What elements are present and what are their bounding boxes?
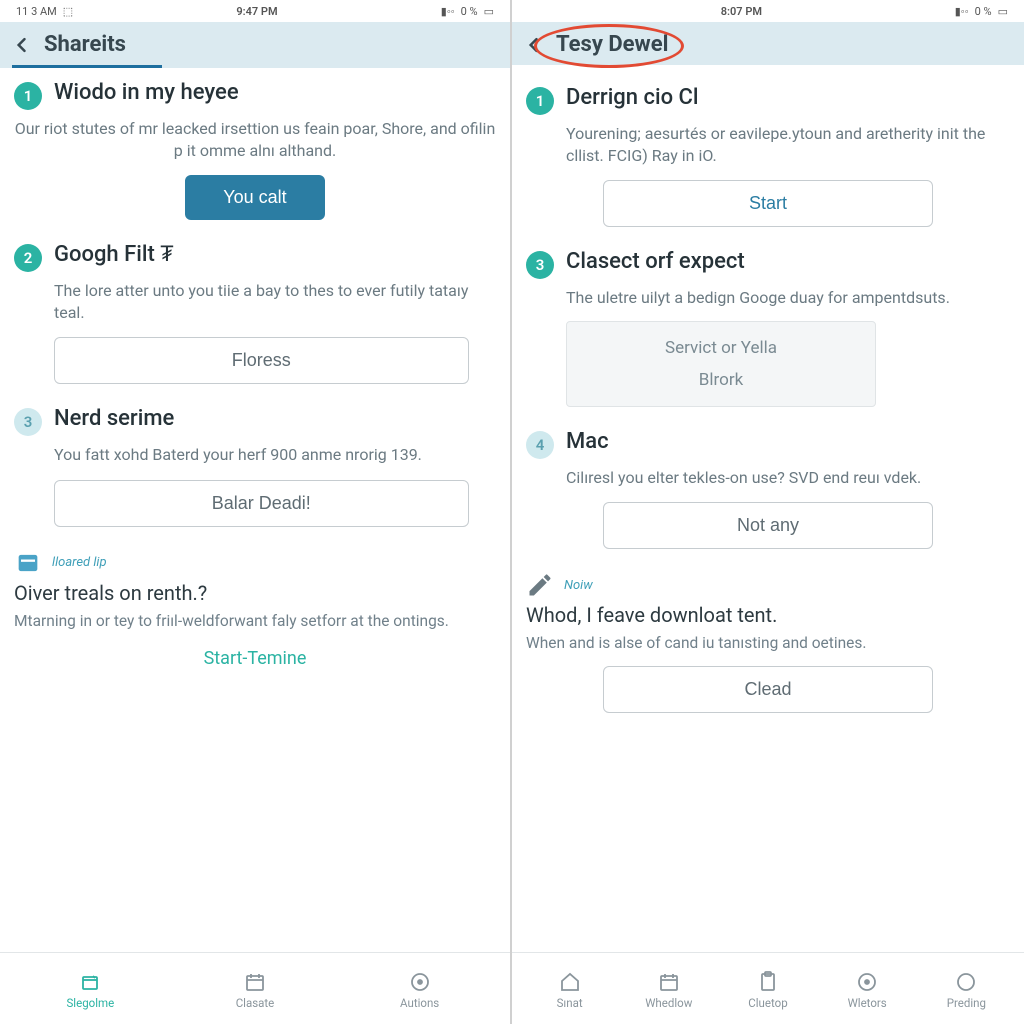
status-battery-text: 0 %: [461, 5, 478, 18]
target-icon: [408, 970, 432, 994]
not-any-button[interactable]: Not any: [603, 502, 933, 549]
status-bar: 8:07 PM ▮◦◦0 %▭: [512, 0, 1024, 22]
start-button[interactable]: Start: [603, 180, 933, 227]
step-badge: 2: [14, 244, 42, 272]
step-2: 3 Clasect orf expect The uletre uilyt a …: [526, 249, 1010, 407]
card-tag: lloared lip: [52, 555, 107, 570]
box-icon: [78, 970, 102, 994]
select-option[interactable]: Servict or Yella: [567, 332, 875, 364]
nav-clasate[interactable]: Clasate: [225, 970, 285, 1010]
bottom-nav: Sınat Whedlow Cluetop Wletors Preding: [512, 952, 1024, 1024]
nav-label: Clasate: [236, 996, 275, 1010]
nav-label: Wletors: [848, 996, 887, 1010]
step-desc: You fatt xohd Baterd your herf 900 anme …: [54, 444, 496, 466]
back-icon[interactable]: [12, 35, 32, 55]
nav-cluetop[interactable]: Cluetop: [738, 970, 798, 1010]
home-icon: [558, 970, 582, 994]
card-desc: Mtarning in or tey to friıl-weldforwant …: [14, 611, 496, 632]
step-title: Clasect orf expect: [566, 249, 745, 275]
nav-autions[interactable]: Autions: [390, 970, 450, 1010]
you-calt-button[interactable]: You calt: [185, 175, 325, 220]
nav-label: Autions: [400, 996, 439, 1010]
step-title: Nerd serime: [54, 406, 174, 432]
nav-label: Preding: [947, 996, 986, 1010]
status-bar: 11 3 AM ⬚ 9:47 PM ▮◦◦0 %▭: [0, 0, 510, 22]
step-desc: Cilıresl you elter tekles-on use? SVD en…: [566, 467, 1010, 489]
card-header: Noiw: [526, 571, 1010, 599]
nav-whedlow[interactable]: Whedlow: [639, 970, 699, 1010]
step-2: 2 Googh Filt ₮ The lore atter unto you t…: [14, 242, 496, 384]
step-title: Derrign cio Cl: [566, 85, 699, 111]
card-tag: Noiw: [564, 578, 593, 593]
balar-deadi-button[interactable]: Balar Deadi!: [54, 480, 469, 527]
nav-slegolme[interactable]: Slegolme: [60, 970, 120, 1010]
status-left-text: 11 3 AM: [16, 5, 57, 18]
step-1: 1 Derrign cio Cl Yourening; aesurtés or …: [526, 85, 1010, 227]
calendar-icon: [243, 970, 267, 994]
calendar-icon: [657, 970, 681, 994]
pencil-icon: [526, 571, 554, 599]
content-area: 1 Wiodo in my heyee Our riot stutes of m…: [0, 68, 510, 952]
card-icon: [14, 549, 42, 577]
step-desc: Yourening; aesurtés or eavilepe.ytoun an…: [566, 123, 1010, 166]
card-title: Whod, I feave downloat tent.: [526, 603, 1010, 627]
step-title: Wiodo in my heyee: [54, 80, 239, 106]
step-badge: 3: [526, 251, 554, 279]
step-desc: The lore atter unto you tiie a bay to th…: [54, 280, 496, 323]
step-badge: 1: [14, 82, 42, 110]
step-badge: 1: [526, 87, 554, 115]
back-icon[interactable]: [524, 35, 544, 55]
status-clock: 8:07 PM: [721, 5, 762, 18]
clipboard-icon: [756, 970, 780, 994]
header-bar: Shareits: [0, 22, 510, 65]
step-badge: 3: [14, 408, 42, 436]
floress-button[interactable]: Floress: [54, 337, 469, 384]
select-box[interactable]: Servict or Yella Blrork: [566, 321, 876, 407]
start-temine-link[interactable]: Start-Temine: [14, 648, 496, 669]
page-title: Tesy Dewel: [556, 32, 668, 57]
card-desc: When and is alse of cand iu tanısting an…: [526, 633, 1010, 654]
step-3: 3 Nerd serime You fatt xohd Baterd your …: [14, 406, 496, 527]
page-title: Shareits: [44, 32, 126, 57]
card-header: lloared lip: [14, 549, 496, 577]
select-option[interactable]: Blrork: [567, 364, 875, 396]
nav-label: Cluetop: [748, 996, 787, 1010]
bottom-nav: Slegolme Clasate Autions: [0, 952, 510, 1024]
nav-preding[interactable]: Preding: [936, 970, 996, 1010]
nav-wletors[interactable]: Wletors: [837, 970, 897, 1010]
step-desc: Our riot stutes of mr leacked irsettion …: [14, 118, 496, 161]
status-clock: 9:47 PM: [236, 5, 277, 18]
step-1: 1 Wiodo in my heyee Our riot stutes of m…: [14, 80, 496, 220]
header-bar: Tesy Dewel: [512, 22, 1024, 65]
step-title: Googh Filt ₮: [54, 242, 174, 268]
content-area: 1 Derrign cio Cl Yourening; aesurtés or …: [512, 65, 1024, 952]
step-title: Mac: [566, 429, 609, 455]
status-battery-text: 0 %: [975, 5, 992, 18]
nav-label: Whedlow: [645, 996, 692, 1010]
clead-button[interactable]: Clead: [603, 666, 933, 713]
phone-left: 11 3 AM ⬚ 9:47 PM ▮◦◦0 %▭ Shareits 1 Wio…: [0, 0, 512, 1024]
nav-sinat[interactable]: Sınat: [540, 970, 600, 1010]
card-title: Oiver treals on renth.?: [14, 581, 496, 605]
step-desc: The uletre uilyt a bedign Googe duay for…: [566, 287, 1010, 309]
circle-icon: [954, 970, 978, 994]
step-badge: 4: [526, 431, 554, 459]
nav-label: Slegolme: [66, 996, 114, 1010]
target-icon: [855, 970, 879, 994]
phone-right: 8:07 PM ▮◦◦0 %▭ Tesy Dewel 1 Derrign cio…: [512, 0, 1024, 1024]
nav-label: Sınat: [557, 996, 583, 1010]
step-3: 4 Mac Cilıresl you elter tekles-on use? …: [526, 429, 1010, 550]
